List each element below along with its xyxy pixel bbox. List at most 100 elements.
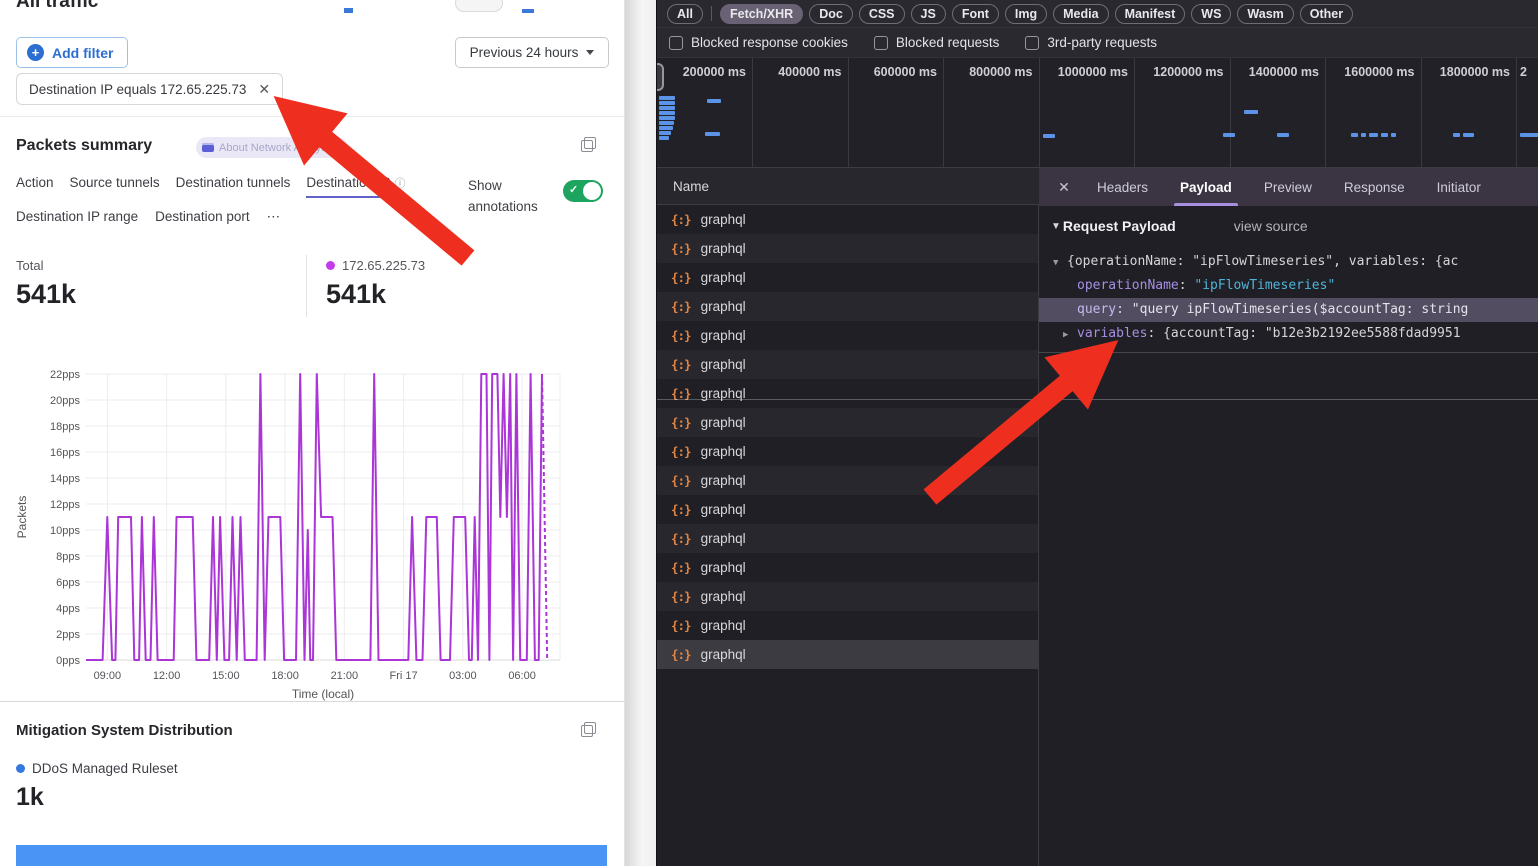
stat-label: Total (16, 258, 76, 273)
filter-pill-all[interactable]: All (667, 4, 703, 24)
request-name: graphql (701, 502, 746, 517)
tab-initiator[interactable]: Initiator (1421, 168, 1497, 206)
packets-timeseries-chart: 0pps2pps4pps6pps8pps10pps12pps14pps16pps… (0, 360, 625, 706)
tab-destination-port[interactable]: Destination port (155, 209, 250, 232)
payload-line-root[interactable]: ▼{operationName: "ipFlowTimeseries", var… (1039, 250, 1538, 274)
request-name: graphql (701, 589, 746, 604)
cropped-toolbar-pill (455, 0, 503, 12)
requests-name-header[interactable]: Name (657, 168, 1039, 205)
json-value: "query ipFlowTimeseries($accountTag: str… (1132, 302, 1469, 317)
request-row[interactable]: {:}graphql (657, 437, 1038, 466)
view-source-link[interactable]: view source (1234, 218, 1308, 234)
tab-action[interactable]: Action (16, 175, 54, 198)
request-row[interactable]: {:}graphql (657, 466, 1038, 495)
checkbox-label: Blocked response cookies (691, 35, 848, 50)
svg-text:Time (local): Time (local) (292, 687, 354, 701)
payload-line-operationName[interactable]: operationName: "ipFlowTimeseries" (1039, 274, 1538, 298)
filter-pill-wasm[interactable]: Wasm (1237, 4, 1293, 24)
request-row[interactable]: {:}graphql (657, 321, 1038, 350)
triangle-down-icon[interactable]: ▼ (1051, 221, 1061, 232)
waterfall-mark (1043, 134, 1055, 138)
filter-chip[interactable]: Destination IP equals 172.65.225.73 ✕ (16, 73, 283, 105)
tab-preview[interactable]: Preview (1248, 168, 1328, 206)
request-name: graphql (701, 299, 746, 314)
devtools-panel: All Fetch/XHR Doc CSS JS Font Img Media Manifest… (656, 0, 1538, 866)
json-key: variables (1077, 326, 1147, 341)
filter-pill-doc[interactable]: Doc (809, 4, 853, 24)
network-timeline-ruler[interactable]: 200000 ms400000 ms600000 ms800000 ms1000… (657, 58, 1538, 168)
add-filter-button[interactable]: + Add filter (16, 37, 128, 68)
tab-source-tunnels[interactable]: Source tunnels (70, 175, 160, 198)
svg-text:0pps: 0pps (56, 655, 80, 667)
svg-text:4pps: 4pps (56, 603, 80, 615)
svg-text:12pps: 12pps (50, 499, 80, 511)
time-range-dropdown[interactable]: Previous 24 hours (455, 37, 609, 68)
request-row[interactable]: {:}graphql (657, 640, 1038, 669)
info-icon: ⓘ (394, 178, 405, 190)
close-icon[interactable]: ✕ (258, 81, 270, 98)
filter-pill-manifest[interactable]: Manifest (1115, 4, 1186, 24)
filter-pill-font[interactable]: Font (952, 4, 999, 24)
request-row[interactable]: {:}graphql (657, 582, 1038, 611)
expand-icon[interactable] (581, 137, 596, 152)
network-filter-bar: All Fetch/XHR Doc CSS JS Font Img Media Manifest… (657, 0, 1538, 28)
filter-pill-media[interactable]: Media (1053, 4, 1108, 24)
tab--[interactable]: ⋯ (267, 209, 281, 232)
mitigation-bar (16, 845, 607, 866)
json-icon: {:} (671, 328, 691, 343)
payload-line-query[interactable]: query: "query ipFlowTimeseries($accountT… (1039, 298, 1538, 322)
triangle-right-icon[interactable]: ▶ (1063, 323, 1077, 346)
filter-pill-fetch-xhr[interactable]: Fetch/XHR (720, 4, 803, 24)
about-network-analytics-badge[interactable]: About Network Analytics (196, 137, 348, 158)
request-row[interactable]: {:}graphql (657, 292, 1038, 321)
request-row[interactable]: {:}graphql (657, 524, 1038, 553)
stat-value: 541k (326, 279, 425, 310)
request-details-panel: ✕HeadersPayloadPreviewResponseInitiator … (1039, 168, 1538, 866)
tab-destination-tunnels[interactable]: Destination tunnels (176, 175, 291, 198)
close-icon[interactable]: ✕ (1047, 179, 1081, 196)
docs-icon (202, 143, 214, 152)
checkbox-3rd-party-requests[interactable]: 3rd-party requests (1025, 35, 1157, 50)
tab-headers[interactable]: Headers (1081, 168, 1164, 206)
request-row[interactable]: {:}graphql (657, 350, 1038, 379)
page-title: All traffic (16, 0, 98, 13)
scroll-gutter[interactable] (625, 0, 656, 866)
tab-payload[interactable]: Payload (1164, 168, 1248, 206)
filter-pill-ws[interactable]: WS (1191, 4, 1231, 24)
request-name: graphql (701, 415, 746, 430)
json-icon: {:} (671, 531, 691, 546)
checkbox-blocked-response-cookies[interactable]: Blocked response cookies (669, 35, 848, 50)
checkbox-blocked-requests[interactable]: Blocked requests (874, 35, 1000, 50)
json-icon: {:} (671, 560, 691, 575)
filter-pill-other[interactable]: Other (1300, 4, 1353, 24)
filter-pill-css[interactable]: CSS (859, 4, 905, 24)
request-row[interactable]: {:}graphql (657, 408, 1038, 437)
checkbox-icon (874, 36, 888, 50)
series-dot (326, 261, 335, 270)
request-row[interactable]: {:}graphql (657, 379, 1038, 408)
checkbox-label: Blocked requests (896, 35, 1000, 50)
request-row[interactable]: {:}graphql (657, 553, 1038, 582)
waterfall-mark (1453, 133, 1460, 137)
toggle-knob (583, 182, 601, 200)
svg-text:09:00: 09:00 (94, 670, 122, 682)
show-annotations-toggle[interactable]: ✓ (563, 180, 603, 202)
divider (711, 6, 712, 21)
filter-pill-img[interactable]: Img (1005, 4, 1047, 24)
checkbox-label: 3rd-party requests (1047, 35, 1157, 50)
filter-pill-js[interactable]: JS (911, 4, 946, 24)
triangle-down-icon[interactable]: ▼ (1053, 251, 1067, 274)
payload-line-variables[interactable]: ▶variables: {accountTag: "b12e3b2192ee55… (1039, 322, 1538, 346)
legend-dot (16, 764, 25, 773)
tab-response[interactable]: Response (1328, 168, 1421, 206)
request-row[interactable]: {:}graphql (657, 234, 1038, 263)
request-row[interactable]: {:}graphql (657, 495, 1038, 524)
request-row[interactable]: {:}graphql (657, 263, 1038, 292)
expand-icon[interactable] (581, 722, 596, 737)
tab-destination-ip[interactable]: Destination IPⓘ (306, 175, 405, 198)
tab-destination-ip-range[interactable]: Destination IP range (16, 209, 138, 232)
request-row[interactable]: {:}graphql (657, 611, 1038, 640)
json-value: "ipFlowTimeseries" (1194, 278, 1335, 293)
svg-text:20pps: 20pps (50, 395, 80, 407)
request-row[interactable]: {:}graphql (657, 205, 1038, 234)
